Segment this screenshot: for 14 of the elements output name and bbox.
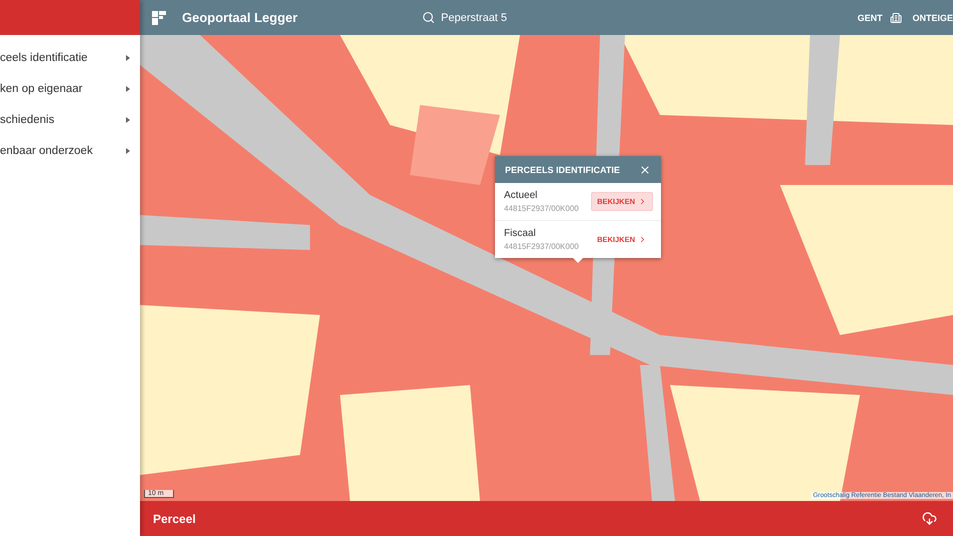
sidebar-item[interactable]: enbaar onderzoek <box>0 135 140 166</box>
popup-title: PERCEELS IDENTIFICATIE <box>505 164 620 174</box>
sidebar-item[interactable]: schiedenis <box>0 104 140 135</box>
search-field[interactable]: Peperstraat 5 <box>441 12 581 24</box>
header-link[interactable]: GENT <box>857 12 882 22</box>
sidebar-item[interactable]: ken op eigenaar <box>0 73 140 104</box>
panel-title: Perceel <box>153 512 196 526</box>
parcel-code: 44815F2937/00K000 <box>504 204 579 213</box>
row-label: Actueel <box>504 190 538 201</box>
parcel-code: 44815F2937/00K000 <box>504 242 579 251</box>
row-label: Fiscaal <box>504 228 537 239</box>
app-title: Geoportaal Legger <box>182 10 299 25</box>
sidebar-item[interactable]: ceels identificatie <box>0 42 140 73</box>
header-link[interactable]: ONTEIGE <box>912 12 953 22</box>
